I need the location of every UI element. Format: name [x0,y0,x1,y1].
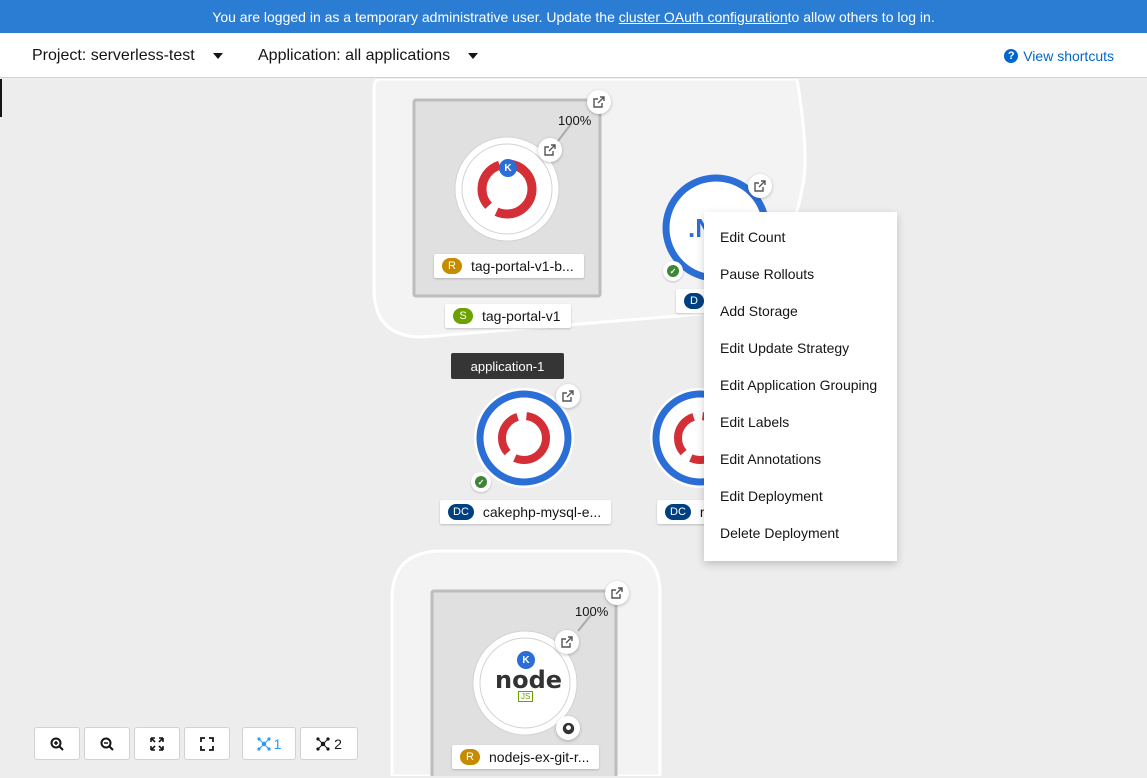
service-name: tag-portal-v1 [482,308,561,324]
question-circle-icon: ? [1004,48,1019,63]
open-url-icon[interactable] [587,90,611,114]
project-dropdown[interactable]: Project: serverless-test [32,33,223,78]
menu-item-edit-count[interactable]: Edit Count [704,219,897,256]
github-icon[interactable] [556,716,580,740]
dc-cakephp-label[interactable]: DC cakephp-mysql-e... [440,500,612,524]
menu-item-edit-update-strategy[interactable]: Edit Update Strategy [704,330,897,367]
open-url-icon[interactable] [748,174,772,198]
zoom-in-icon [50,737,64,751]
traffic-percentage-2: 100% [575,604,609,619]
deployment-badge: D [684,293,704,309]
caret-down-icon [468,52,479,59]
knative-icon: K [499,159,517,177]
dc-cakephp-name: cakephp-mysql-e... [482,504,602,520]
traffic-percentage: 100% [558,113,592,128]
topology-graph [372,79,807,776]
banner-prefix: You are logged in as a temporary adminis… [212,8,615,25]
layout-1-label: 1 [273,735,282,752]
menu-item-add-storage[interactable]: Add Storage [704,293,897,330]
dc-badge: DC [448,504,474,520]
menu-item-pause-rollouts[interactable]: Pause Rollouts [704,256,897,293]
revision-name: tag-portal-v1-b... [471,258,574,274]
menu-item-edit-labels[interactable]: Edit Labels [704,404,897,441]
zoom-in-button[interactable] [34,727,80,760]
application-dropdown-label: Application: all applications [258,46,451,64]
nodejs-sub-icon: JS [518,691,534,702]
topology-layout-icon [316,736,330,751]
revision-badge: R [460,749,480,765]
menu-item-delete-deployment[interactable]: Delete Deployment [704,515,897,552]
layout-2-label: 2 [334,735,342,752]
view-shortcuts-link[interactable]: ? View shortcuts [1004,33,1114,78]
expand-icon [200,736,214,751]
application-dropdown[interactable]: Application: all applications [258,33,479,78]
project-dropdown-label: Project: serverless-test [32,46,195,64]
service-badge: S [453,308,473,324]
revision-2-label[interactable]: R nodejs-ex-git-r... [452,745,600,769]
admin-banner: You are logged in as a temporary adminis… [0,0,1147,33]
open-url-icon[interactable] [555,630,579,654]
application-group-tooltip: application-1 [451,353,564,379]
menu-item-edit-deployment[interactable]: Edit Deployment [704,478,897,515]
revision-2-name: nodejs-ex-git-r... [489,749,590,765]
menu-item-edit-application-grouping[interactable]: Edit Application Grouping [704,367,897,404]
status-check-icon: ✓ [471,472,491,492]
dc-badge: DC [665,504,691,520]
topology-toolbar: Project: serverless-test Application: al… [0,33,1147,78]
caret-down-icon [212,52,223,59]
open-url-icon[interactable] [538,138,562,162]
context-menu: Edit Count Pause Rollouts Add Storage Ed… [704,212,897,561]
revision-label[interactable]: R tag-portal-v1-b... [434,254,584,278]
service-label[interactable]: S tag-portal-v1 [445,304,571,328]
menu-item-edit-annotations[interactable]: Edit Annotations [704,441,897,478]
banner-suffix: to allow others to log in. [787,8,935,25]
zoom-out-icon [100,737,114,751]
revision-node-inner-ring [461,143,553,235]
nodejs-icon: node [495,666,563,694]
oauth-config-link[interactable]: cluster OAuth configuration [619,9,788,25]
open-url-icon[interactable] [605,581,629,605]
open-url-icon[interactable] [556,384,580,408]
fit-to-screen-button[interactable] [134,727,180,760]
reset-view-button[interactable] [184,727,230,760]
dc-node-ring [476,390,572,486]
topology-canvas[interactable]: 100% K R tag-portal-v1-b... S tag-portal… [2,79,1147,776]
expand-arrows-icon [150,736,164,751]
revision-badge: R [442,258,462,274]
status-check-icon: ✓ [663,261,683,281]
layout-2-button[interactable]: 2 [300,727,358,760]
view-shortcuts-label: View shortcuts [1023,47,1114,64]
zoom-out-button[interactable] [84,727,130,760]
topology-layout-icon [256,736,271,751]
layout-1-button[interactable]: 1 [242,727,296,760]
